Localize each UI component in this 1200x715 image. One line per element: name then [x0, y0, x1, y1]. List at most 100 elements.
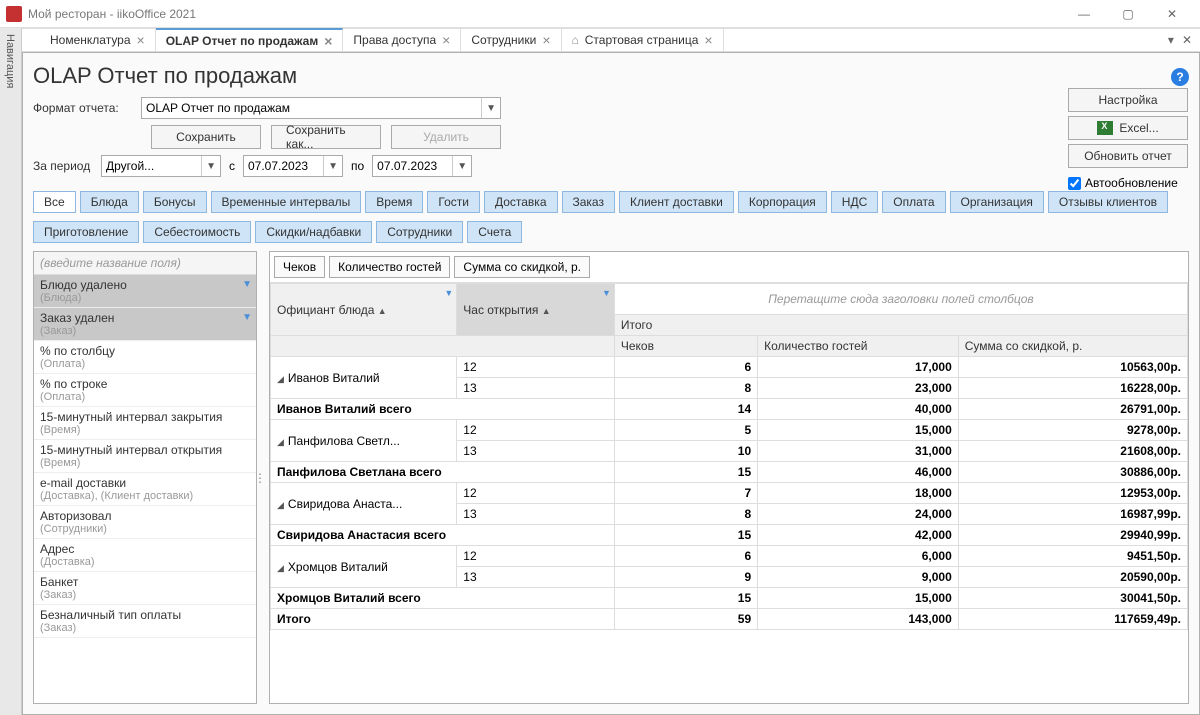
tab-3[interactable]: Сотрудники×	[461, 29, 561, 51]
tag-Оплата[interactable]: Оплата	[882, 191, 945, 213]
waiter-cell: ◢Свиридова Анаста...	[271, 483, 457, 525]
field-item[interactable]: Банкет(Заказ)	[34, 572, 256, 605]
close-icon[interactable]: ×	[137, 33, 145, 47]
field-item[interactable]: % по строке(Оплата)	[34, 374, 256, 407]
field-list[interactable]: (введите название поля) Блюдо удалено(Бл…	[33, 251, 257, 704]
value-chip[interactable]: Сумма со скидкой, р.	[454, 256, 590, 278]
tab-2[interactable]: Права доступа×	[343, 29, 461, 51]
collapse-icon[interactable]: ◢	[277, 563, 284, 573]
tag-Сотрудники[interactable]: Сотрудники	[376, 221, 463, 243]
field-category: (Оплата)	[40, 391, 250, 403]
nav-rail[interactable]: Навигация	[0, 28, 22, 715]
tag-Блюда[interactable]: Блюда	[80, 191, 139, 213]
col-waiter[interactable]: Официант блюда ▲▼	[271, 284, 457, 336]
field-search[interactable]: (введите название поля)	[34, 252, 256, 275]
field-item[interactable]: Адрес(Доставка)	[34, 539, 256, 572]
hour-cell: 13	[457, 378, 615, 399]
tag-Все[interactable]: Все	[33, 191, 76, 213]
tag-Время[interactable]: Время	[365, 191, 423, 213]
tag-Скидки/надбавки[interactable]: Скидки/надбавки	[255, 221, 372, 243]
subtotal-row: Свиридова Анастасия всего1542,00029940,9…	[271, 525, 1188, 546]
tag-НДС[interactable]: НДС	[831, 191, 878, 213]
collapse-icon[interactable]: ◢	[277, 374, 284, 384]
delete-button[interactable]: Удалить	[391, 125, 501, 149]
sum-cell: 12953,00р.	[958, 483, 1187, 504]
tag-Счета[interactable]: Счета	[467, 221, 522, 243]
minimize-button[interactable]: —	[1062, 0, 1106, 28]
period-select[interactable]: Другой... ▼	[101, 155, 221, 177]
help-icon[interactable]: ?	[1171, 68, 1189, 86]
checks-cell: 6	[614, 546, 757, 567]
sum-cell: 9278,00р.	[958, 420, 1187, 441]
tab-1[interactable]: OLAP Отчет по продажам ×	[156, 28, 344, 51]
hour-cell: 12	[457, 357, 615, 378]
field-name: Заказ удален	[40, 311, 250, 325]
splitter[interactable]: ⋮	[257, 251, 263, 704]
field-category: (Сотрудники)	[40, 523, 250, 535]
filter-icon[interactable]: ▼	[602, 288, 611, 298]
guests-cell: 17,000	[758, 357, 959, 378]
date-from[interactable]: 07.07.2023 ▼	[243, 155, 343, 177]
excel-button[interactable]: Excel...	[1068, 116, 1188, 140]
save-as-button[interactable]: Сохранить как...	[271, 125, 381, 149]
field-item[interactable]: e-mail доставки(Доставка), (Клиент доста…	[34, 473, 256, 506]
filter-icon[interactable]: ▼	[444, 288, 453, 298]
save-button[interactable]: Сохранить	[151, 125, 261, 149]
tag-Себестоимость[interactable]: Себестоимость	[143, 221, 251, 243]
col-guests[interactable]: Количество гостей	[758, 336, 959, 357]
field-item[interactable]: Блюдо удалено(Блюда)▼	[34, 275, 256, 308]
tag-Временные интервалы[interactable]: Временные интервалы	[211, 191, 362, 213]
column-drop-zone[interactable]: Перетащите сюда заголовки полей столбцов	[614, 284, 1187, 315]
tabstrip-menu-icon[interactable]: ▾	[1168, 33, 1174, 47]
col-hour[interactable]: Час открытия ▲▼	[457, 284, 615, 336]
subtotal-row: Хромцов Виталий всего1515,00030041,50р.	[271, 588, 1188, 609]
field-item[interactable]: Заказ удален(Заказ)▼	[34, 308, 256, 341]
refresh-button[interactable]: Обновить отчет	[1068, 144, 1188, 168]
table-row[interactable]: ◢Свиридова Анаста...12718,00012953,00р.	[271, 483, 1188, 504]
tag-Приготовление[interactable]: Приготовление	[33, 221, 139, 243]
tab-4[interactable]: ⌂Стартовая страница×	[562, 29, 724, 51]
table-row[interactable]: ◢Хромцов Виталий1266,0009451,50р.	[271, 546, 1188, 567]
field-item[interactable]: Безналичный тип оплаты(Заказ)	[34, 605, 256, 638]
field-item[interactable]: 15-минутный интервал открытия(Время)	[34, 440, 256, 473]
tag-Заказ[interactable]: Заказ	[562, 191, 615, 213]
tab-0[interactable]: Номенклатура×	[40, 29, 156, 51]
home-icon: ⌂	[572, 33, 579, 47]
collapse-icon[interactable]: ◢	[277, 437, 284, 447]
tag-Доставка[interactable]: Доставка	[484, 191, 558, 213]
settings-button[interactable]: Настройка	[1068, 88, 1188, 112]
collapse-icon[interactable]: ◢	[277, 500, 284, 510]
value-chips: ЧековКоличество гостейСумма со скидкой, …	[270, 252, 1188, 283]
pivot-table: Официант блюда ▲▼ Час открытия ▲▼ Перета…	[270, 283, 1188, 630]
col-sum[interactable]: Сумма со скидкой, р.	[958, 336, 1187, 357]
field-item[interactable]: % по столбцу(Оплата)	[34, 341, 256, 374]
autorefresh-input[interactable]	[1068, 177, 1081, 190]
tag-Гости[interactable]: Гости	[427, 191, 480, 213]
table-row[interactable]: ◢Панфилова Светл...12515,0009278,00р.	[271, 420, 1188, 441]
format-select[interactable]: OLAP Отчет по продажам ▼	[141, 97, 501, 119]
field-item[interactable]: 15-минутный интервал закрытия(Время)	[34, 407, 256, 440]
close-icon[interactable]: ×	[324, 34, 332, 48]
close-icon[interactable]: ×	[542, 33, 550, 47]
col-checks[interactable]: Чеков	[614, 336, 757, 357]
close-icon[interactable]: ×	[704, 33, 712, 47]
checks-cell: 10	[614, 441, 757, 462]
value-chip[interactable]: Чеков	[274, 256, 325, 278]
date-to[interactable]: 07.07.2023 ▼	[372, 155, 472, 177]
autorefresh-checkbox[interactable]: Автообновление	[1068, 176, 1188, 190]
tag-Организация[interactable]: Организация	[950, 191, 1044, 213]
field-item[interactable]: Авторизовал(Сотрудники)	[34, 506, 256, 539]
value-chip[interactable]: Количество гостей	[329, 256, 450, 278]
close-icon[interactable]: ×	[442, 33, 450, 47]
tag-Отзывы клиентов[interactable]: Отзывы клиентов	[1048, 191, 1168, 213]
table-row[interactable]: ◢Иванов Виталий12617,00010563,00р.	[271, 357, 1188, 378]
field-category: (Время)	[40, 457, 250, 469]
tag-Клиент доставки[interactable]: Клиент доставки	[619, 191, 734, 213]
chevron-down-icon: ▼	[452, 156, 467, 176]
close-button[interactable]: ✕	[1150, 0, 1194, 28]
maximize-button[interactable]: ▢	[1106, 0, 1150, 28]
tab-label: OLAP Отчет по продажам	[166, 34, 319, 48]
tabstrip-close-icon[interactable]: ✕	[1182, 33, 1192, 47]
tag-Корпорация[interactable]: Корпорация	[738, 191, 827, 213]
tag-Бонусы[interactable]: Бонусы	[143, 191, 207, 213]
